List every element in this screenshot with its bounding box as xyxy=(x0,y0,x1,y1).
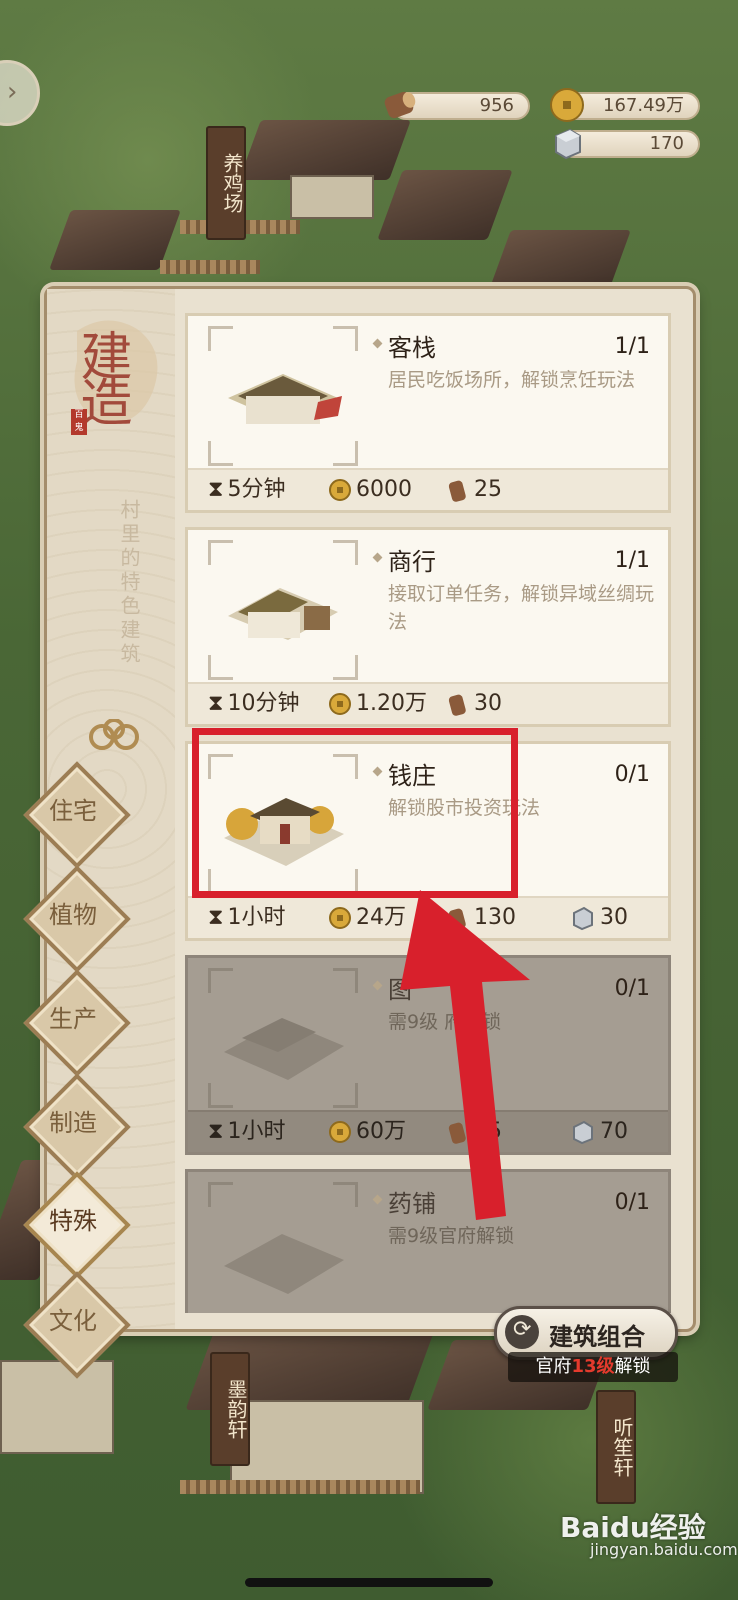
building-count: 0/1 xyxy=(614,1190,650,1215)
unlock-note: 官府13级解锁 xyxy=(508,1352,678,1382)
category-plants[interactable]: 植物 xyxy=(23,865,131,973)
locked-thumbnail xyxy=(208,968,358,1108)
wood-counter: 956 xyxy=(384,91,530,120)
knot-ornament-icon xyxy=(89,719,139,750)
sign-moyun[interactable]: 墨韵轩 xyxy=(210,1352,250,1466)
hourglass-icon: ⧗ xyxy=(208,691,224,716)
coin-icon xyxy=(329,907,351,929)
building-desc: 居民吃饭场所，解锁烹饪玩法 xyxy=(388,369,636,391)
wood-log-icon xyxy=(448,694,466,716)
hourglass-icon: ⧗ xyxy=(208,905,224,930)
hourglass-icon: ⧗ xyxy=(208,477,224,502)
sign-chicken-farm[interactable]: 养鸡场 xyxy=(206,126,246,240)
building-card-trading-house[interactable]: 商行 1/1 接取订单任务，解锁异域丝绸玩法 ⧗ 10分钟 1.20万 30 xyxy=(185,527,671,727)
category-manufacturing[interactable]: 制造 xyxy=(23,1073,131,1181)
refresh-icon: ⟳ xyxy=(505,1315,539,1349)
annotation-arrow-icon xyxy=(400,890,530,1220)
panel-subtitle: 村里的特色建筑 xyxy=(117,499,141,667)
coin-icon xyxy=(329,1121,351,1143)
cost-bar: ⧗ 5分钟 6000 25 xyxy=(188,468,668,510)
trading-house-thumbnail xyxy=(208,540,358,680)
building-count: 1/1 xyxy=(614,334,650,359)
category-culture[interactable]: 文化 xyxy=(23,1271,131,1379)
panel-title: 建造 xyxy=(71,329,131,421)
chevron-right-icon: › xyxy=(7,77,18,107)
highlight-box xyxy=(192,728,518,898)
seal-stamp: 百鬼 xyxy=(71,409,87,435)
stone-counter: 170 xyxy=(555,128,700,160)
coin-icon xyxy=(550,88,584,122)
stone-block-icon xyxy=(555,128,581,160)
category-special[interactable]: 特殊 xyxy=(23,1171,131,1279)
building-desc: 接取订单任务，解锁异域丝绸玩法 xyxy=(388,583,655,633)
wood-log-icon xyxy=(448,480,466,502)
cost-bar: ⧗ 10分钟 1.20万 30 xyxy=(188,682,668,724)
stone-block-icon xyxy=(573,906,593,931)
category-column: 建造 百鬼 村里的特色建筑 住宅 植物 生产 制造 特殊 文化 xyxy=(23,289,175,1379)
category-production[interactable]: 生产 xyxy=(23,969,131,1077)
stone-value: 170 xyxy=(649,133,684,154)
building-count: 0/1 xyxy=(614,762,650,787)
sign-tingsheng[interactable]: 听笙轩 xyxy=(596,1390,636,1504)
hourglass-icon: ⧗ xyxy=(208,1119,224,1144)
wood-log-icon xyxy=(384,91,416,119)
category-residence[interactable]: 住宅 xyxy=(23,761,131,869)
building-desc: 需9级官府解锁 xyxy=(388,1225,515,1247)
building-name: 客栈 xyxy=(388,334,436,362)
coin-icon xyxy=(329,479,351,501)
coin-icon xyxy=(329,693,351,715)
stone-block-icon xyxy=(573,1120,593,1145)
coin-counter: 167.49万 xyxy=(550,88,700,122)
building-name: 商行 xyxy=(388,548,436,576)
coin-value: 167.49万 xyxy=(603,95,684,116)
pharmacy-thumbnail xyxy=(208,1182,358,1313)
watermark-url: jingyan.baidu.com xyxy=(590,1540,738,1559)
building-card-inn[interactable]: 客栈 1/1 居民吃饭场所，解锁烹饪玩法 ⧗ 5分钟 6000 25 xyxy=(185,313,671,513)
building-count: 1/1 xyxy=(614,548,650,573)
building-count: 0/1 xyxy=(614,976,650,1001)
wood-value: 956 xyxy=(479,95,514,116)
home-indicator[interactable] xyxy=(245,1578,493,1587)
inn-thumbnail xyxy=(208,326,358,466)
